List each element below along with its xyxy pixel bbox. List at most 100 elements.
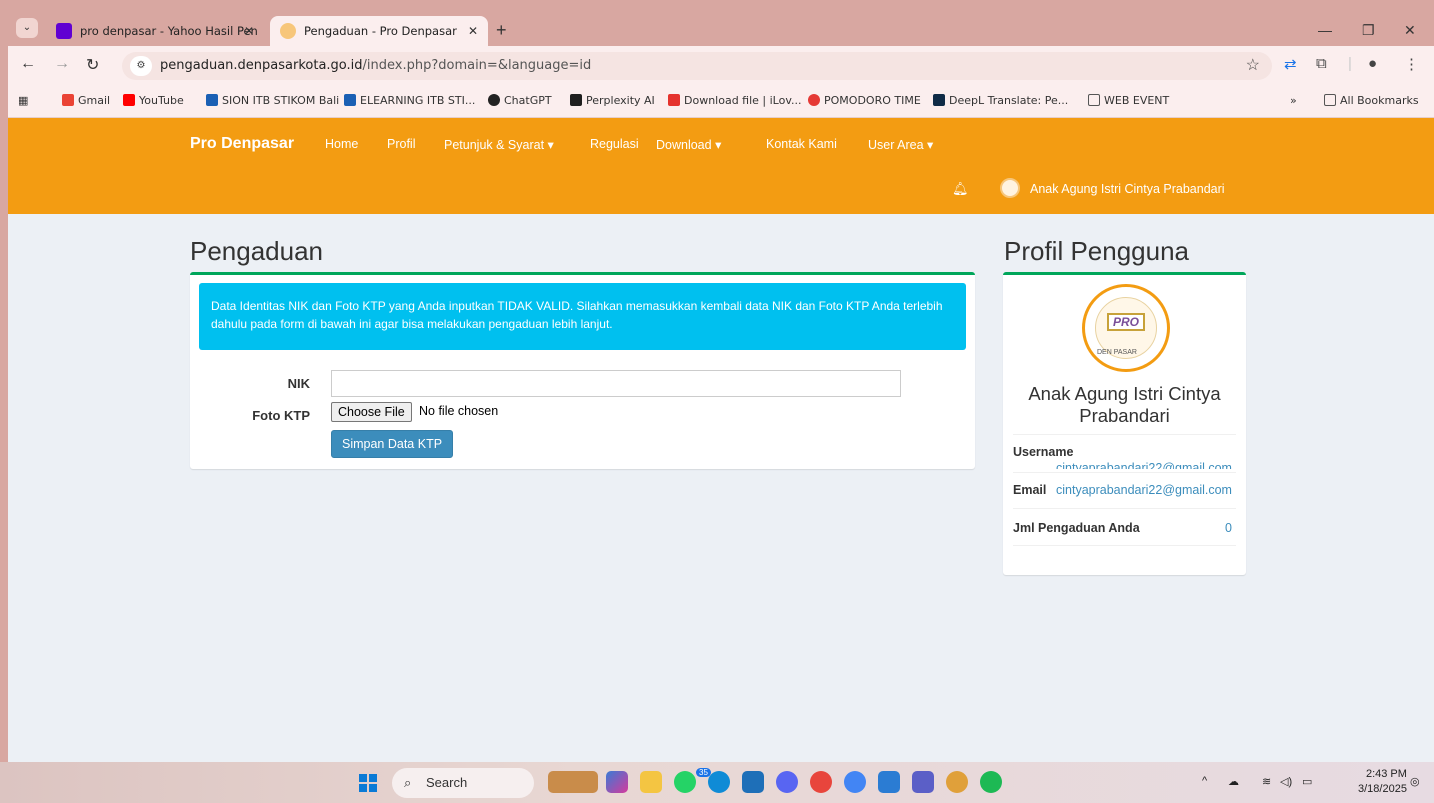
logo-text: PRO bbox=[1107, 313, 1145, 331]
profile-title: Profil Pengguna bbox=[1004, 236, 1190, 266]
nik-input[interactable] bbox=[331, 370, 901, 397]
more-bookmarks-icon[interactable]: » bbox=[1290, 94, 1297, 107]
teams-icon[interactable] bbox=[912, 771, 934, 793]
menu-icon[interactable]: ⋮ bbox=[1404, 55, 1419, 73]
bookmark-gmail[interactable]: Gmail bbox=[62, 94, 110, 107]
taskbar-search[interactable]: ⌕ Search bbox=[392, 768, 534, 798]
minimize-icon[interactable]: — bbox=[1318, 22, 1332, 38]
edge-icon[interactable] bbox=[708, 771, 730, 793]
chatgpt-icon bbox=[488, 94, 500, 106]
close-icon[interactable]: ✕ bbox=[468, 16, 478, 46]
nav-petunjuk[interactable]: Petunjuk & Syarat ▾ bbox=[444, 137, 554, 152]
windows-start-icon[interactable] bbox=[359, 774, 377, 792]
bookmarks-bar: ▦ Gmail YouTube SION ITB STIKOM Bali ELE… bbox=[8, 86, 1434, 118]
folder-icon bbox=[1324, 94, 1336, 106]
file-explorer-icon[interactable] bbox=[640, 771, 662, 793]
brand-link[interactable]: Pro Denpasar bbox=[190, 135, 294, 153]
page-content: Pro Denpasar Home Profil Petunjuk & Syar… bbox=[8, 118, 1434, 762]
tab-search-menu[interactable]: ⌄ bbox=[16, 18, 38, 38]
count-value[interactable]: 0 bbox=[1225, 521, 1232, 535]
clock-date: 3/18/2025 bbox=[1358, 783, 1407, 795]
site-info-icon[interactable]: ⚙ bbox=[130, 56, 152, 76]
simpan-ktp-button[interactable]: Simpan Data KTP bbox=[331, 430, 454, 458]
translate-icon[interactable]: ⇄ bbox=[1284, 55, 1297, 73]
tab-title: Pengaduan - Pro Denpasar bbox=[304, 24, 457, 38]
wifi-icon[interactable]: ≋ bbox=[1262, 775, 1271, 788]
profile-icon[interactable]: ● bbox=[1368, 55, 1377, 72]
divider bbox=[1013, 545, 1236, 546]
spotify-icon[interactable] bbox=[980, 771, 1002, 793]
address-bar[interactable]: ⚙ pengaduan.denpasarkota.go.id/index.php… bbox=[122, 52, 1272, 80]
close-icon[interactable]: ✕ bbox=[244, 16, 254, 46]
elearning-icon bbox=[344, 94, 356, 106]
apps-icon[interactable]: ▦ bbox=[18, 94, 28, 107]
notification-icon[interactable]: ◎ bbox=[1410, 775, 1420, 788]
bookmark-star-icon[interactable]: ☆ bbox=[1246, 55, 1260, 75]
new-tab-button[interactable]: + bbox=[496, 20, 507, 41]
battery-icon[interactable]: ▭ bbox=[1302, 775, 1312, 788]
pengaduan-box: Data Identitas NIK dan Foto KTP yang And… bbox=[190, 272, 975, 469]
email-value[interactable]: cintyaprabandari22@gmail.com bbox=[1056, 483, 1232, 497]
browser-window: ⌄ pro denpasar - Yahoo Hasil Pen ✕ Penga… bbox=[0, 0, 1434, 803]
all-bookmarks[interactable]: All Bookmarks bbox=[1324, 94, 1419, 107]
back-icon[interactable]: ← bbox=[20, 55, 36, 73]
nav-profil[interactable]: Profil bbox=[387, 137, 415, 151]
count-label: Jml Pengaduan Anda bbox=[1013, 521, 1140, 535]
logo-subtext: DEN PASAR bbox=[1097, 349, 1137, 356]
nav-download[interactable]: Download ▾ bbox=[656, 137, 721, 152]
close-window-icon[interactable]: ✕ bbox=[1404, 22, 1416, 39]
gmail-icon bbox=[62, 94, 74, 106]
username-value[interactable]: cintyaprabandari22@gmail.com bbox=[1056, 461, 1232, 469]
restore-icon[interactable]: ❐ bbox=[1362, 22, 1375, 39]
clock[interactable]: 2:43 PM 3/18/2025 bbox=[1358, 767, 1407, 797]
bookmark-perplexity[interactable]: Perplexity AI bbox=[570, 94, 655, 107]
copilot-icon[interactable] bbox=[606, 771, 628, 793]
check-icon bbox=[808, 94, 820, 106]
tab-pengaduan[interactable]: Pengaduan - Pro Denpasar ✕ bbox=[270, 16, 488, 46]
reload-icon[interactable]: ↻ bbox=[86, 55, 99, 75]
bookmark-chatgpt[interactable]: ChatGPT bbox=[488, 94, 552, 107]
nav-regulasi[interactable]: Regulasi bbox=[590, 137, 639, 151]
email-label: Email bbox=[1013, 483, 1047, 497]
whatsapp-icon[interactable] bbox=[674, 771, 696, 793]
nav-kontak[interactable]: Kontak Kami bbox=[766, 137, 837, 151]
volume-icon[interactable]: ◁) bbox=[1280, 775, 1292, 788]
user-menu[interactable]: Anak Agung Istri Cintya Prabandari bbox=[1030, 182, 1225, 196]
cloud-icon[interactable]: ☁ bbox=[1228, 775, 1239, 788]
forward-icon[interactable]: → bbox=[54, 55, 70, 73]
page-title: Pengaduan bbox=[190, 236, 324, 266]
bookmark-ilovepdf[interactable]: Download file | iLov... bbox=[668, 94, 802, 107]
tab-title: pro denpasar - Yahoo Hasil Pen bbox=[80, 24, 258, 38]
nav-home[interactable]: Home bbox=[325, 137, 358, 151]
store-icon[interactable] bbox=[742, 771, 764, 793]
chevron-up-icon[interactable]: ^ bbox=[1202, 775, 1207, 787]
chrome-icon[interactable] bbox=[810, 771, 832, 793]
username-label: Username bbox=[1013, 445, 1074, 459]
discord-icon[interactable] bbox=[776, 771, 798, 793]
choose-file-button[interactable]: Choose File bbox=[331, 402, 412, 422]
tab-yahoo[interactable]: pro denpasar - Yahoo Hasil Pen ✕ bbox=[46, 16, 264, 46]
sion-icon bbox=[206, 94, 218, 106]
address-toolbar: ← → ↻ ⚙ pengaduan.denpasarkota.go.id/ind… bbox=[8, 46, 1434, 86]
avatar[interactable] bbox=[1000, 178, 1020, 198]
bell-icon[interactable]: 🔔︎ bbox=[952, 181, 969, 197]
perplexity-icon bbox=[570, 94, 582, 106]
bookmark-youtube[interactable]: YouTube bbox=[123, 94, 184, 107]
heart-icon bbox=[668, 94, 680, 106]
nav-user-area[interactable]: User Area ▾ bbox=[868, 137, 933, 152]
nik-label: NIK bbox=[287, 376, 310, 391]
bookmark-pomodoro[interactable]: POMODORO TIME bbox=[808, 94, 921, 107]
widgets-icon[interactable] bbox=[548, 771, 598, 793]
app-icon[interactable] bbox=[878, 771, 900, 793]
bookmark-sion[interactable]: SION ITB STIKOM Bali bbox=[206, 94, 339, 107]
taskbar: ⌕ Search 35 ^ ☁ ≋ ◁) ▭ 2:43 PM 3/18/2025 … bbox=[0, 762, 1434, 803]
chrome-profile-icon[interactable] bbox=[844, 771, 866, 793]
yahoo-icon bbox=[56, 23, 72, 39]
bookmark-web-event[interactable]: WEB EVENT bbox=[1088, 94, 1169, 107]
burger-app-icon[interactable] bbox=[946, 771, 968, 793]
foto-ktp-label: Foto KTP bbox=[252, 408, 310, 423]
bookmark-elearning[interactable]: ELEARNING ITB STI... bbox=[344, 94, 475, 107]
divider: | bbox=[1348, 55, 1352, 72]
extensions-icon[interactable]: ⧉ bbox=[1316, 55, 1327, 72]
bookmark-deepl[interactable]: DeepL Translate: Pe... bbox=[933, 94, 1068, 107]
